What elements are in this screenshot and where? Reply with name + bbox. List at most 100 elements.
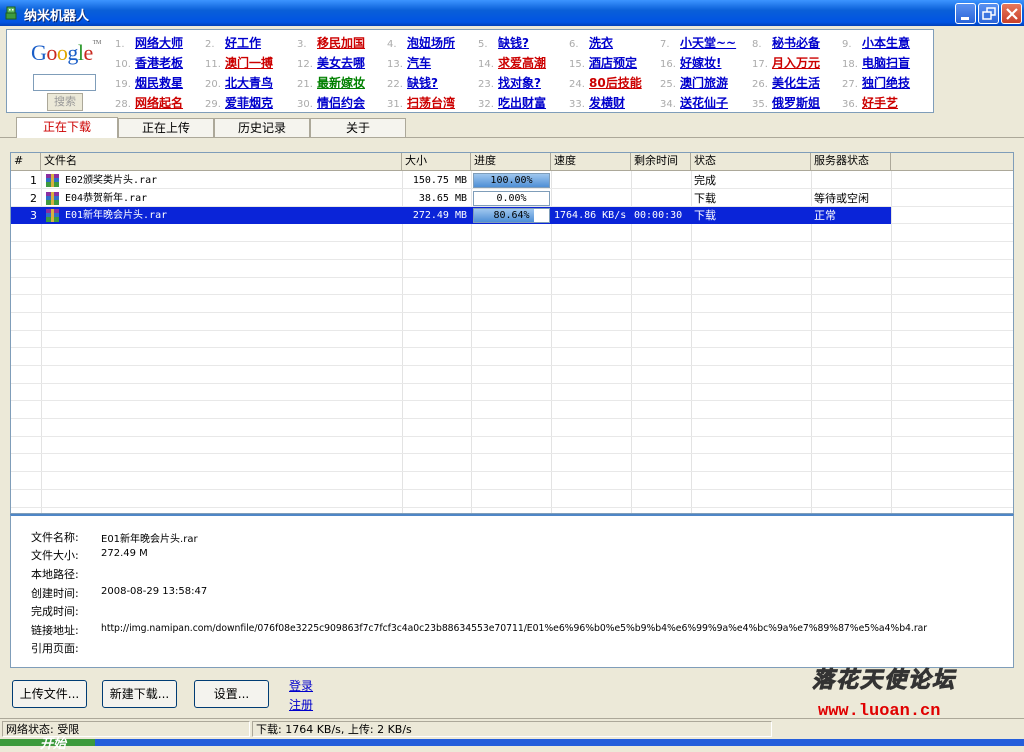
column-header-remaining[interactable]: 剩余时间 — [631, 153, 691, 170]
tab-uploading[interactable]: 正在上传 — [118, 118, 214, 137]
ad-link[interactable]: 16. 好嫁妆! — [660, 54, 721, 72]
ad-link[interactable]: 18. 电脑扫盲 — [842, 54, 910, 72]
register-link[interactable]: 注册 — [289, 696, 313, 713]
ad-link-label[interactable]: 澳门旅游 — [680, 76, 728, 90]
ad-link[interactable]: 29. 爱菲烟克 — [205, 94, 273, 112]
ad-link-label[interactable]: 烟民救星 — [135, 76, 183, 90]
ad-link-label[interactable]: 酒店预定 — [589, 56, 637, 70]
ad-link[interactable]: 34. 送花仙子 — [660, 94, 728, 112]
ad-link-label[interactable]: 美化生活 — [772, 76, 820, 90]
google-search-input[interactable] — [33, 74, 96, 91]
download-list[interactable]: # 文件名 大小 进度 速度 剩余时间 状态 服务器状态 1 E02颁奖类片头.r… — [10, 152, 1014, 514]
ad-link[interactable]: 3. 移民加国 — [297, 34, 365, 52]
ad-link-label[interactable]: 北大青鸟 — [225, 76, 273, 90]
ad-link-label[interactable]: 美女去哪 — [317, 56, 365, 70]
column-header-filename[interactable]: 文件名 — [41, 153, 402, 170]
ad-link-label[interactable]: 洗衣 — [589, 36, 613, 50]
ad-link[interactable]: 2. 好工作 — [205, 34, 261, 52]
tab-downloading[interactable]: 正在下载 — [16, 117, 118, 138]
close-button[interactable] — [1001, 3, 1022, 24]
ad-link-label[interactable]: 80后技能 — [589, 76, 642, 90]
ad-link-label[interactable]: 泡妞场所 — [407, 36, 455, 50]
ad-link[interactable]: 15. 酒店预定 — [569, 54, 637, 72]
upload-file-button[interactable]: 上传文件... — [12, 680, 87, 708]
ad-link[interactable]: 20. 北大青鸟 — [205, 74, 273, 92]
ad-link[interactable]: 8. 秘书必备 — [752, 34, 820, 52]
ad-link-label[interactable]: 吃出财富 — [498, 96, 546, 110]
download-row[interactable]: 3 E01新年晚会片头.rar 272.49 MB 80.64% 1764.86 KB/… — [11, 207, 891, 224]
ad-link-label[interactable]: 移民加国 — [317, 36, 365, 50]
ad-link[interactable]: 6. 洗衣 — [569, 34, 613, 52]
ad-link-label[interactable]: 好嫁妆! — [680, 56, 721, 70]
ad-link[interactable]: 35. 俄罗斯姐 — [752, 94, 820, 112]
ad-link-label[interactable]: 小天堂~~ — [680, 36, 736, 50]
ad-link[interactable]: 28. 网络起名 — [115, 94, 183, 112]
ad-link-label[interactable]: 送花仙子 — [680, 96, 728, 110]
ad-link[interactable]: 17. 月入万元 — [752, 54, 820, 72]
ad-link[interactable]: 27. 独门绝技 — [842, 74, 910, 92]
detail-value-link[interactable]: http://img.namipan.com/downfile/076f08e3… — [101, 623, 927, 634]
ad-link-label[interactable]: 缺钱? — [498, 36, 529, 50]
ad-link[interactable]: 26. 美化生活 — [752, 74, 820, 92]
ad-link[interactable]: 25. 澳门旅游 — [660, 74, 728, 92]
ad-link-label[interactable]: 爱菲烟克 — [225, 96, 273, 110]
ad-link[interactable]: 31. 扫荡台湾 — [387, 94, 455, 112]
start-button[interactable]: 开始 — [0, 737, 95, 752]
google-search-button[interactable]: 搜索 — [47, 93, 83, 111]
ad-link-label[interactable]: 俄罗斯姐 — [772, 96, 820, 110]
ad-link-label[interactable]: 扫荡台湾 — [407, 96, 455, 110]
ad-link[interactable]: 11. 澳门一搏 — [205, 54, 273, 72]
ad-link-label[interactable]: 电脑扫盲 — [862, 56, 910, 70]
ad-link[interactable]: 19. 烟民救星 — [115, 74, 183, 92]
column-header-server-status[interactable]: 服务器状态 — [811, 153, 891, 170]
ad-link-label[interactable]: 好工作 — [225, 36, 261, 50]
ad-link-label[interactable]: 香港老板 — [135, 56, 183, 70]
ad-link[interactable]: 12. 美女去哪 — [297, 54, 365, 72]
minimize-button[interactable] — [955, 3, 976, 24]
column-header-progress[interactable]: 进度 — [471, 153, 551, 170]
new-download-button[interactable]: 新建下载... — [102, 680, 177, 708]
ad-link[interactable]: 9. 小本生意 — [842, 34, 910, 52]
column-header-index[interactable]: # — [11, 153, 41, 170]
ad-link[interactable]: 14. 求爱高潮 — [478, 54, 546, 72]
ad-link[interactable]: 24. 80后技能 — [569, 74, 642, 92]
ad-link-label[interactable]: 网络起名 — [135, 96, 183, 110]
ad-link[interactable]: 23. 找对象? — [478, 74, 541, 92]
ad-link[interactable]: 33. 发横财 — [569, 94, 625, 112]
ad-link-label[interactable]: 发横财 — [589, 96, 625, 110]
ad-link-label[interactable]: 情侣约会 — [317, 96, 365, 110]
ad-link[interactable]: 7. 小天堂~~ — [660, 34, 736, 52]
download-row[interactable]: 1 E02颁奖类片头.rar 150.75 MB 100.00% 完成 — [11, 172, 891, 189]
ad-link-label[interactable]: 求爱高潮 — [498, 56, 546, 70]
ad-link[interactable]: 10. 香港老板 — [115, 54, 183, 72]
ad-link[interactable]: 1. 网络大师 — [115, 34, 183, 52]
column-header-speed[interactable]: 速度 — [551, 153, 631, 170]
ad-link-label[interactable]: 缺钱? — [407, 76, 438, 90]
ad-link-label[interactable]: 秘书必备 — [772, 36, 820, 50]
ad-link[interactable]: 13. 汽车 — [387, 54, 431, 72]
ad-link-label[interactable]: 找对象? — [498, 76, 541, 90]
ad-link[interactable]: 4. 泡妞场所 — [387, 34, 455, 52]
ad-link-label[interactable]: 汽车 — [407, 56, 431, 70]
ad-link-label[interactable]: 月入万元 — [772, 56, 820, 70]
settings-button[interactable]: 设置... — [194, 680, 269, 708]
tab-history[interactable]: 历史记录 — [214, 118, 310, 137]
ad-link[interactable]: 32. 吃出财富 — [478, 94, 546, 112]
download-row[interactable]: 2 E04恭贺新年.rar 38.65 MB 0.00% 下载 等待或空闲 — [11, 190, 891, 207]
column-header-status[interactable]: 状态 — [691, 153, 811, 170]
column-header-size[interactable]: 大小 — [402, 153, 471, 170]
ad-link[interactable]: 36. 好手艺 — [842, 94, 898, 112]
ad-link-label[interactable]: 澳门一搏 — [225, 56, 273, 70]
ad-link-label[interactable]: 好手艺 — [862, 96, 898, 110]
ad-link-label[interactable]: 小本生意 — [862, 36, 910, 50]
ad-link[interactable]: 30. 情侣约会 — [297, 94, 365, 112]
login-link[interactable]: 登录 — [289, 677, 313, 694]
ad-link-label[interactable]: 最新嫁妆 — [317, 76, 365, 90]
ad-link[interactable]: 22. 缺钱? — [387, 74, 438, 92]
ad-link-label[interactable]: 独门绝技 — [862, 76, 910, 90]
restore-button[interactable] — [978, 3, 999, 24]
ad-link[interactable]: 5. 缺钱? — [478, 34, 529, 52]
ad-link-label[interactable]: 网络大师 — [135, 36, 183, 50]
ad-link[interactable]: 21. 最新嫁妆 — [297, 74, 365, 92]
tab-about[interactable]: 关于 — [310, 118, 406, 137]
